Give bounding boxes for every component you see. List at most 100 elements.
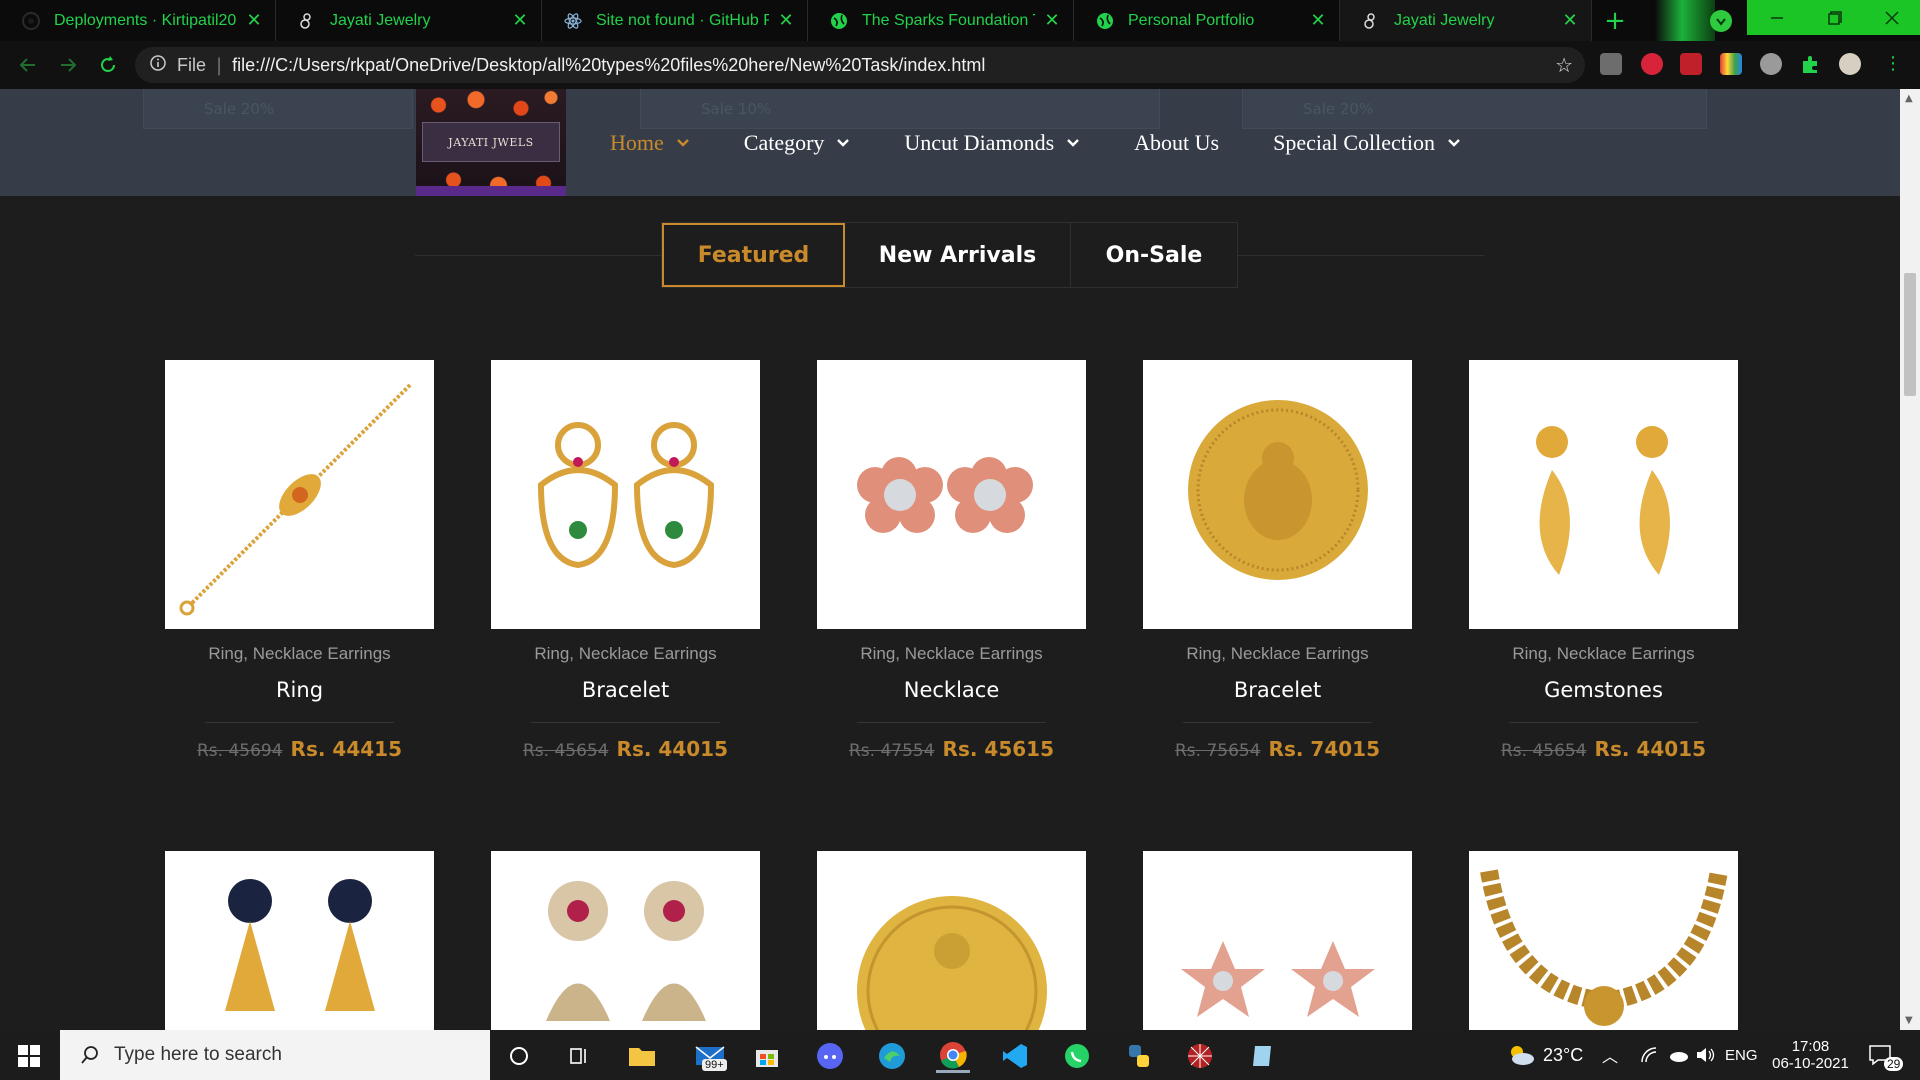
- scroll-down-arrow-icon[interactable]: ▼: [1905, 1015, 1913, 1026]
- product-card[interactable]: [165, 851, 434, 1030]
- url-text[interactable]: file:///C:/Users/rkpat/OneDrive/Desktop/…: [232, 55, 985, 76]
- product-image[interactable]: [165, 851, 434, 1030]
- chevron-up-icon[interactable]: ︿: [1602, 1030, 1618, 1080]
- clock[interactable]: 17:08 06-10-2021: [1768, 1030, 1853, 1080]
- browser-tab-active[interactable]: Jayati Jewelry ✕: [1340, 0, 1592, 41]
- browser-tab[interactable]: Personal Portfolio ✕: [1074, 0, 1340, 41]
- language-indicator[interactable]: ENG: [1725, 1030, 1758, 1080]
- product-image[interactable]: [817, 851, 1086, 1030]
- mail-icon[interactable]: 99+: [688, 1039, 732, 1073]
- close-tab-icon[interactable]: ✕: [1043, 10, 1061, 31]
- product-name[interactable]: Bracelet: [491, 678, 760, 702]
- close-window-button[interactable]: [1864, 0, 1920, 35]
- minimize-button[interactable]: [1748, 0, 1806, 35]
- scroll-thumb[interactable]: [1904, 273, 1916, 396]
- nav-uncut-diamonds[interactable]: Uncut Diamonds: [904, 130, 1080, 156]
- nav-category[interactable]: Category: [744, 130, 851, 156]
- tab-featured[interactable]: Featured: [662, 223, 845, 287]
- product-image[interactable]: [817, 360, 1086, 629]
- taskbar-search-field[interactable]: Type here to search: [60, 1030, 490, 1080]
- product-image[interactable]: [165, 360, 434, 629]
- product-name[interactable]: Bracelet: [1143, 678, 1412, 702]
- address-separator: |: [216, 54, 223, 76]
- product-image[interactable]: [491, 851, 760, 1030]
- volume-icon[interactable]: [1695, 1030, 1717, 1080]
- product-category: Ring, Necklace Earrings: [1512, 644, 1695, 663]
- product-image[interactable]: [1469, 851, 1738, 1030]
- weather-widget[interactable]: 23°C: [1507, 1030, 1583, 1080]
- edge-icon[interactable]: [875, 1039, 909, 1073]
- network-icon[interactable]: [1640, 1030, 1660, 1080]
- product-name[interactable]: Gemstones: [1469, 678, 1738, 702]
- forward-button[interactable]: [48, 45, 88, 85]
- avatar[interactable]: [1839, 53, 1861, 75]
- product-card[interactable]: Ring, Necklace Earrings Bracelet Rs. 456…: [491, 360, 760, 761]
- notification-center-icon[interactable]: 29: [1868, 1030, 1904, 1080]
- product-name[interactable]: Necklace: [817, 678, 1086, 702]
- jewelry-favicon-icon: [298, 12, 316, 30]
- vscode-icon[interactable]: [998, 1039, 1032, 1073]
- scroll-up-arrow-icon[interactable]: ▲: [1905, 93, 1913, 104]
- notes-app-icon[interactable]: [1245, 1039, 1279, 1073]
- product-card[interactable]: Ring, Necklace Earrings Ring Rs. 45694 Rs…: [165, 360, 434, 761]
- product-card[interactable]: [491, 851, 760, 1030]
- product-card[interactable]: Ring, Necklace Earrings Necklace Rs. 475…: [817, 360, 1086, 761]
- onedrive-cloud-icon[interactable]: [1667, 1030, 1689, 1080]
- browser-tab[interactable]: Site not found · GitHub Pag ✕: [542, 0, 808, 41]
- menu-kebab-icon[interactable]: ⋮: [1882, 53, 1904, 75]
- nav-home[interactable]: Home: [610, 130, 690, 156]
- browser-tab[interactable]: The Sparks Foundation TAS ✕: [808, 0, 1074, 41]
- address-bar[interactable]: File | file:///C:/Users/rkpat/OneDrive/D…: [135, 47, 1585, 83]
- whatsapp-icon[interactable]: [1060, 1039, 1094, 1073]
- browser-tab[interactable]: Jayati Jewelry ✕: [276, 0, 542, 41]
- info-icon[interactable]: [149, 54, 167, 76]
- search-icon: [81, 1046, 98, 1064]
- bookmark-star-icon[interactable]: ☆: [1555, 53, 1573, 77]
- task-view-icon[interactable]: [562, 1039, 596, 1073]
- product-card[interactable]: [817, 851, 1086, 1030]
- product-card[interactable]: Ring, Necklace Earrings Bracelet Rs. 756…: [1143, 360, 1412, 761]
- globe-icon: [1096, 12, 1114, 30]
- store-icon[interactable]: [750, 1039, 784, 1073]
- browser-tab[interactable]: Deployments · Kirtipatil200 ✕: [0, 0, 276, 41]
- product-image[interactable]: [491, 360, 760, 629]
- tab-on-sale[interactable]: On-Sale: [1071, 223, 1237, 287]
- product-image[interactable]: [1143, 851, 1412, 1030]
- react-icon: [564, 12, 582, 30]
- nav-special-collection[interactable]: Special Collection: [1273, 130, 1461, 156]
- windows-start-icon[interactable]: [12, 1039, 46, 1073]
- spider-app-icon[interactable]: [1183, 1039, 1217, 1073]
- python-icon[interactable]: [1122, 1039, 1156, 1073]
- page-scrollbar[interactable]: ▲ ▼: [1900, 89, 1920, 1030]
- product-card[interactable]: Ring, Necklace Earrings Gemstones Rs. 45…: [1469, 360, 1738, 761]
- product-name[interactable]: Ring: [165, 678, 434, 702]
- extension-icon[interactable]: [1680, 53, 1702, 75]
- close-tab-icon[interactable]: ✕: [245, 10, 263, 31]
- product-card[interactable]: [1143, 851, 1412, 1030]
- extension-icon[interactable]: [1760, 53, 1782, 75]
- reload-button[interactable]: [88, 45, 128, 85]
- extensions-puzzle-icon[interactable]: [1800, 53, 1822, 75]
- extension-icon[interactable]: [1641, 53, 1663, 75]
- close-tab-icon[interactable]: ✕: [511, 10, 529, 31]
- new-tab-button[interactable]: +: [1592, 0, 1638, 41]
- discord-icon[interactable]: [813, 1039, 847, 1073]
- file-explorer-icon[interactable]: [625, 1039, 659, 1073]
- restore-button[interactable]: [1806, 0, 1864, 35]
- profile-status-icon[interactable]: [1710, 10, 1732, 32]
- chrome-icon[interactable]: [936, 1039, 970, 1073]
- close-tab-icon[interactable]: ✕: [777, 10, 795, 31]
- product-image[interactable]: [1143, 360, 1412, 629]
- back-button[interactable]: [8, 45, 48, 85]
- extension-icon[interactable]: [1720, 53, 1742, 75]
- ganesha-coin-image: [1188, 400, 1368, 580]
- close-tab-icon[interactable]: ✕: [1561, 10, 1579, 31]
- tab-new-arrivals[interactable]: New Arrivals: [845, 223, 1071, 287]
- close-tab-icon[interactable]: ✕: [1309, 10, 1327, 31]
- product-card[interactable]: [1469, 851, 1738, 1030]
- nav-about-us[interactable]: About Us: [1134, 130, 1219, 156]
- site-logo[interactable]: JAYATI JWELS: [416, 89, 566, 196]
- cortana-icon[interactable]: [502, 1039, 536, 1073]
- extension-icon[interactable]: [1600, 53, 1622, 75]
- product-image[interactable]: [1469, 360, 1738, 629]
